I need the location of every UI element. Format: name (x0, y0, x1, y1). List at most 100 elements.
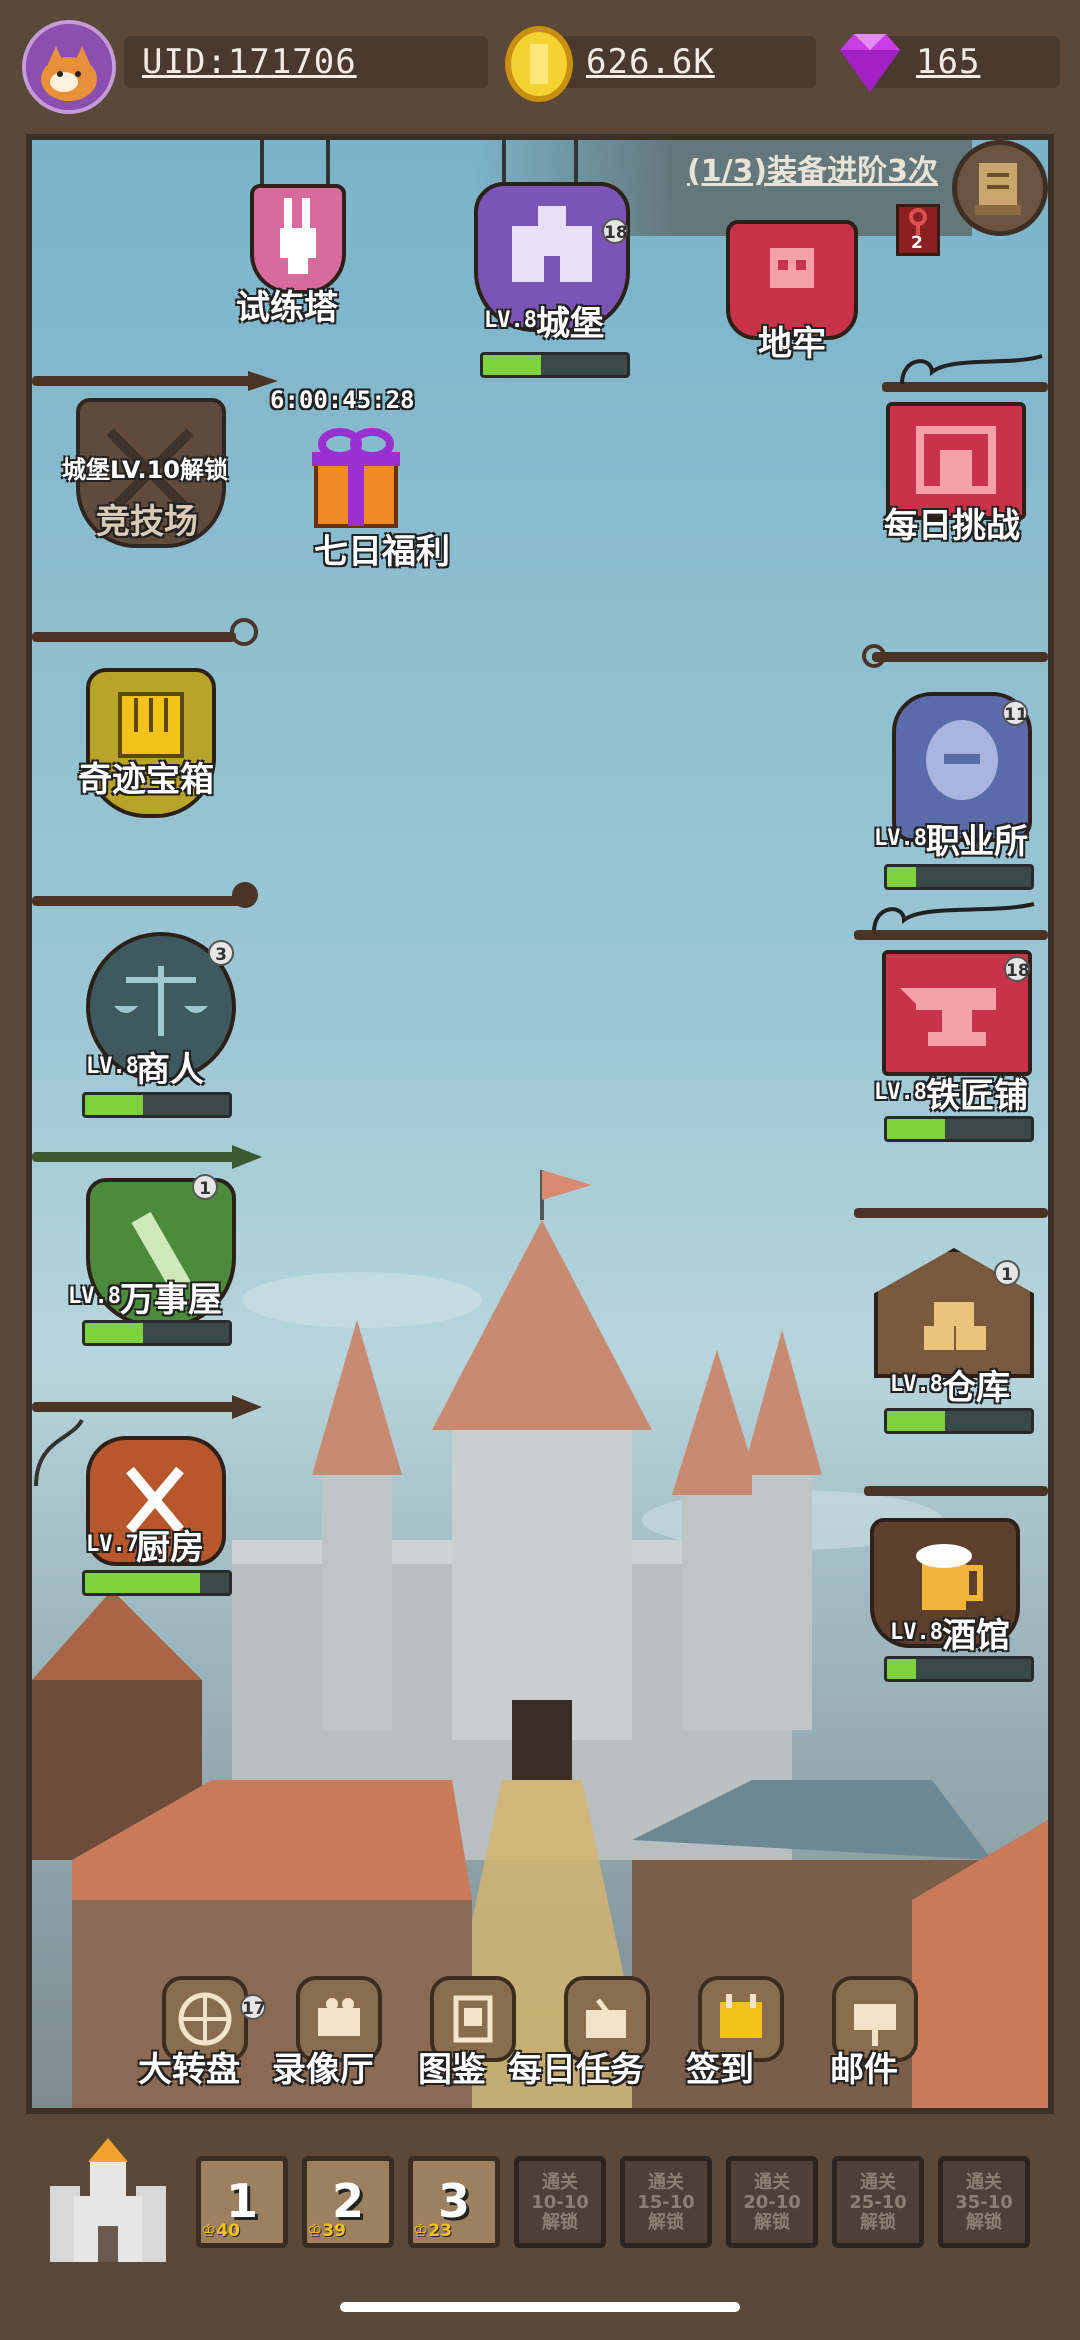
job-center-building[interactable]: 11 LV.8 职业所 (832, 640, 1048, 890)
replay-hall-button[interactable]: 录像厅 (272, 1976, 400, 2096)
daily-tasks-label: 每日任务 (508, 2050, 644, 2090)
locked-slot-3[interactable]: 通关 20-10 解锁 (726, 2156, 818, 2248)
bottom-menu: 17 大转盘 录像厅 图鉴 每日任务 签到 邮件 (138, 1976, 1046, 2096)
blacksmith-progress-bar (884, 1116, 1034, 1142)
locked-line1: 通关 (966, 2172, 1002, 2193)
sign-rod (864, 1486, 1048, 1496)
player-avatar[interactable] (22, 20, 116, 114)
merchant-progress-fill (85, 1095, 143, 1115)
home-castle-icon[interactable] (44, 2136, 172, 2266)
warehouse-label: 仓库 (942, 1368, 1010, 1408)
slot-count-text: 39 (322, 2221, 346, 2241)
sign-rod (32, 896, 248, 906)
job-center-badge: 11 (1002, 700, 1028, 726)
uid-field: UID:171706 (124, 36, 488, 88)
locked-line1: 通关 (648, 2172, 684, 2193)
replay-hall-label: 录像厅 (272, 2050, 374, 2090)
blacksmith-progress-fill (887, 1119, 945, 1139)
locked-line1: 通关 (860, 2172, 896, 2193)
gift-box-icon (312, 428, 400, 528)
blacksmith-building[interactable]: 18 LV.8 铁匠铺 (844, 894, 1048, 1144)
slot-count-text: 40 (216, 2221, 240, 2241)
locked-line3: 解锁 (860, 2212, 896, 2233)
kitchen-progress-fill (85, 1573, 201, 1593)
check-in-button[interactable]: 签到 (682, 1976, 802, 2096)
kitchen-building[interactable]: LV.7 厨房 (32, 1390, 272, 1650)
seven-day-label: 七日福利 (314, 532, 450, 572)
daily-challenge-label: 每日挑战 (884, 506, 1020, 546)
fox-avatar-icon (26, 24, 112, 110)
mail-label: 邮件 (830, 2050, 898, 2090)
trial-tower-building[interactable]: 试练塔 (236, 140, 354, 328)
arena-lock-text: 城堡LV.10解锁 (62, 456, 228, 484)
home-indicator[interactable] (340, 2302, 740, 2312)
trial-tower-label: 试练塔 (236, 288, 338, 328)
check-in-label: 签到 (686, 2050, 754, 2090)
lucky-wheel-label: 大转盘 (138, 2050, 240, 2090)
castle-icon (512, 206, 592, 282)
merchant-progress-bar (82, 1092, 232, 1118)
gold-field[interactable]: 626.6K (540, 36, 816, 88)
general-store-progress-fill (85, 1323, 143, 1343)
sign-rod (872, 652, 1048, 662)
slot-count-text: 23 (428, 2221, 452, 2241)
castle-building[interactable]: 18 LV.8 城堡 (450, 140, 640, 380)
merchant-label: 商人 (136, 1050, 204, 1090)
dungeon-building[interactable]: 地牢 (726, 180, 866, 380)
team-slot-2[interactable]: 2 ♔39 (302, 2156, 394, 2248)
tavern-building[interactable]: LV.8 酒馆 (844, 1474, 1048, 1734)
team-slot-1[interactable]: 1 ♔40 (196, 2156, 288, 2248)
blacksmith-badge: 18 (1004, 956, 1030, 982)
sign-rod (32, 632, 236, 642)
castle-progress-fill (483, 355, 541, 375)
locked-line2: 35-10 (955, 2192, 1013, 2213)
warehouse-progress-bar (884, 1408, 1034, 1434)
job-center-progress-fill (887, 867, 916, 887)
general-store-label: 万事屋 (120, 1280, 222, 1320)
seven-day-timer: 6:00:45:28 (270, 386, 415, 414)
general-store-level: LV.8 (68, 1284, 121, 1309)
wonder-chest-building[interactable]: 奇迹宝箱 (32, 618, 272, 858)
key-counter[interactable]: 2 (896, 204, 940, 256)
job-center-label: 职业所 (926, 822, 1028, 862)
uid-text: UID:171706 (142, 42, 357, 82)
rod-ring (230, 618, 258, 646)
castle-level: LV.8 (484, 308, 537, 333)
slot-count: ♔23 (413, 2221, 452, 2241)
team-slot-3[interactable]: 3 ♔23 (408, 2156, 500, 2248)
crown-icon: ♔ (307, 2221, 323, 2241)
daily-challenge-building[interactable]: 每日挑战 (852, 346, 1048, 576)
arrow-tip-icon (232, 1145, 262, 1169)
kitchen-level: LV.7 (86, 1532, 139, 1557)
seven-day-welfare[interactable]: 6:00:45:28 七日福利 (270, 386, 450, 586)
locked-slot-5[interactable]: 通关 35-10 解锁 (938, 2156, 1030, 2248)
merchant-badge: 3 (208, 940, 234, 966)
locked-slot-1[interactable]: 通关 10-10 解锁 (514, 2156, 606, 2248)
lucky-wheel-badge: 17 (240, 1994, 266, 2020)
warehouse-building[interactable]: 1 LV.8 仓库 (844, 1198, 1048, 1468)
general-store-badge: 1 (192, 1174, 218, 1200)
town-map: (1/3)装备进阶3次 2 试练塔 18 LV.8 城堡 地牢 城堡LV.10解… (26, 134, 1054, 2114)
arena-label: 竞技场 (96, 502, 198, 542)
merchant-building[interactable]: 3 LV.8 商人 (32, 882, 272, 1132)
mail-button[interactable]: 邮件 (816, 1976, 936, 2096)
gold-amount: 626.6K (586, 42, 715, 82)
top-bar: UID:171706 626.6K 165 (0, 0, 1080, 140)
rabbit-icon (280, 198, 316, 274)
general-store-building[interactable]: 1 LV.8 万事屋 (32, 1140, 272, 1390)
daily-tasks-button[interactable]: 每日任务 (508, 1976, 688, 2096)
arena-building[interactable]: 城堡LV.10解锁 竞技场 (32, 360, 278, 580)
locked-slot-2[interactable]: 通关 15-10 解锁 (620, 2156, 712, 2248)
lucky-wheel-button[interactable]: 17 大转盘 (138, 1976, 266, 2096)
warehouse-badge: 1 (994, 1260, 1020, 1286)
locked-slot-4[interactable]: 通关 25-10 解锁 (832, 2156, 924, 2248)
castle-label: 城堡 (536, 304, 604, 344)
locked-line2: 25-10 (849, 2192, 907, 2213)
locked-line3: 解锁 (648, 2212, 684, 2233)
quest-scroll-button[interactable] (952, 140, 1048, 236)
scroll-icon (975, 163, 1021, 215)
crown-icon: ♔ (201, 2221, 217, 2241)
blacksmith-label: 铁匠铺 (926, 1076, 1028, 1116)
sign-rod (854, 1208, 1048, 1218)
locked-line1: 通关 (542, 2172, 578, 2193)
